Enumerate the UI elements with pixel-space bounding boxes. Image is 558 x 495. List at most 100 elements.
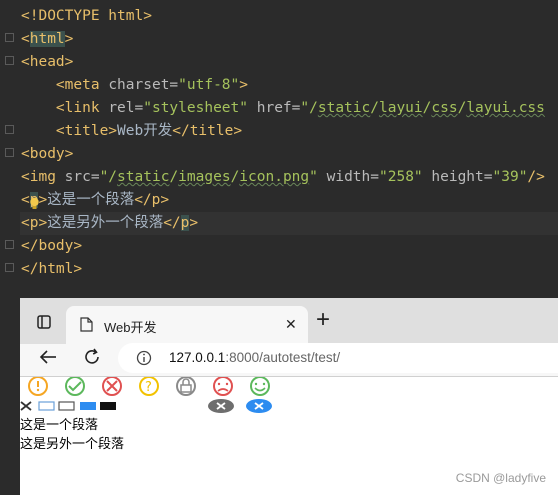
code-line[interactable]: <!DOCTYPE html> (21, 5, 152, 28)
smile-face-icon (250, 377, 270, 396)
code-token: </title> (172, 123, 243, 139)
code-line[interactable]: <p>这是另外一个段落</p> (20, 212, 558, 235)
tab-web-dev[interactable]: Web开发 ✕ (66, 306, 308, 344)
code-token: static (117, 169, 170, 185)
watermark: CSDN @ladyfive (455, 471, 546, 485)
code-token: html (29, 31, 65, 47)
refresh-icon[interactable] (83, 348, 101, 366)
code-token: / (169, 169, 179, 185)
page-icon (80, 317, 93, 332)
code-token: charset= (108, 77, 179, 93)
code-line[interactable]: <html> (21, 28, 73, 51)
lock-face-icon (176, 377, 196, 396)
tab-bar: Web开发 ✕ + (20, 298, 558, 344)
code-token: href= (256, 100, 301, 116)
window-icon (80, 402, 96, 410)
close-icon[interactable]: ✕ (285, 316, 297, 333)
code-token: 这是另外一个段落 (47, 215, 164, 231)
browser-window: Web开发 ✕ + 127.0.0.1:8000/autotest/test/ … (20, 298, 558, 495)
code-token: > (64, 31, 74, 47)
lightbulb-icon[interactable] (29, 197, 40, 210)
code-line[interactable]: <meta charset="utf-8"> (21, 74, 248, 97)
code-editor[interactable]: <!DOCTYPE html> <html> <head> <meta charse… (0, 0, 558, 298)
small-close-icon (20, 401, 32, 411)
code-token: < (21, 31, 30, 47)
code-token: <meta (55, 77, 109, 93)
code-token: </body> (21, 238, 83, 254)
code-token: </ (163, 215, 181, 231)
code-token: / (457, 100, 467, 116)
code-token: <!DOCTYPE html> (21, 8, 152, 24)
code-token: > (239, 77, 248, 93)
back-arrow-icon[interactable] (39, 349, 57, 365)
fold-marker[interactable] (5, 263, 14, 272)
code-token: "39" (492, 169, 528, 185)
code-token: layui.css (466, 100, 545, 116)
new-tab-button[interactable]: + (316, 306, 330, 334)
fold-marker[interactable] (5, 56, 14, 65)
code-token: <link (55, 100, 109, 116)
svg-text:?: ? (145, 380, 152, 395)
code-token: height= (431, 169, 493, 185)
code-token: rel= (108, 100, 144, 116)
icon-strip-image: ? (20, 377, 272, 413)
code-token: <title> (55, 123, 118, 139)
window-icon (100, 402, 116, 410)
code-line[interactable]: <img src="/static/images/icon.png" width… (21, 166, 545, 189)
url-path: :8000/autotest/test/ (225, 350, 341, 365)
sad-face-icon (213, 377, 233, 396)
code-line[interactable]: <title>Web开发</title> (21, 120, 242, 143)
tab-actions-icon[interactable] (37, 315, 51, 329)
code-token: "/ (300, 100, 318, 116)
fold-marker[interactable] (5, 148, 14, 157)
code-token: "utf-8" (178, 77, 240, 93)
code-line[interactable]: <head> (21, 51, 73, 74)
page-content: ? 这是一个段落 这是另外一个段落 CSDN @ladyfive (20, 376, 558, 495)
cross-face-icon (102, 377, 122, 396)
fold-marker[interactable] (5, 125, 14, 134)
code-token: "stylesheet" (143, 100, 257, 116)
code-token: / (230, 169, 240, 185)
check-face-icon (65, 377, 85, 396)
info-icon[interactable] (136, 350, 152, 366)
address-bar[interactable]: 127.0.0.1:8000/autotest/test/ (118, 343, 558, 373)
code-line[interactable]: <p>这是一个段落</p> (21, 189, 169, 212)
alert-face-icon (28, 377, 48, 396)
window-icon (38, 401, 55, 411)
tab-title: Web开发 (104, 320, 157, 335)
code-token: static (317, 100, 371, 116)
blue-close-icon (246, 399, 272, 413)
code-token: <p> (21, 215, 48, 231)
code-token: / (370, 100, 379, 116)
fold-marker[interactable] (5, 240, 14, 249)
gray-close-icon (208, 399, 234, 413)
code-line[interactable]: <link rel="stylesheet" href="/static/lay… (21, 97, 545, 120)
code-line[interactable]: <body> (21, 143, 73, 166)
code-token: width= (326, 169, 379, 185)
paragraph-1: 这是一个段落 (20, 417, 99, 432)
code-token: css (431, 100, 458, 116)
code-line[interactable]: </html> (21, 258, 82, 281)
editor-gutter (0, 0, 20, 298)
code-token: src= (64, 169, 100, 185)
code-token: "/ (99, 169, 118, 185)
code-token: layui (378, 100, 423, 116)
code-token: icon.png (239, 169, 310, 185)
code-token: 这是一个段落 (47, 192, 135, 208)
url-host: 127.0.0.1 (169, 350, 226, 365)
code-token: </html> (21, 261, 83, 277)
code-token: <head> (21, 54, 74, 70)
code-token: Web开发 (117, 123, 173, 139)
code-token: " (309, 169, 327, 185)
paragraph-2: 这是另外一个段落 (20, 436, 125, 451)
code-token: /> (527, 169, 545, 185)
url-text[interactable]: 127.0.0.1:8000/autotest/test/ (169, 350, 340, 365)
code-token: "258" (379, 169, 432, 185)
window-icon (58, 401, 75, 411)
fold-marker[interactable] (5, 33, 14, 42)
code-line[interactable]: </body> (21, 235, 82, 258)
code-token: <body> (21, 146, 74, 162)
code-token: </p> (134, 192, 170, 208)
